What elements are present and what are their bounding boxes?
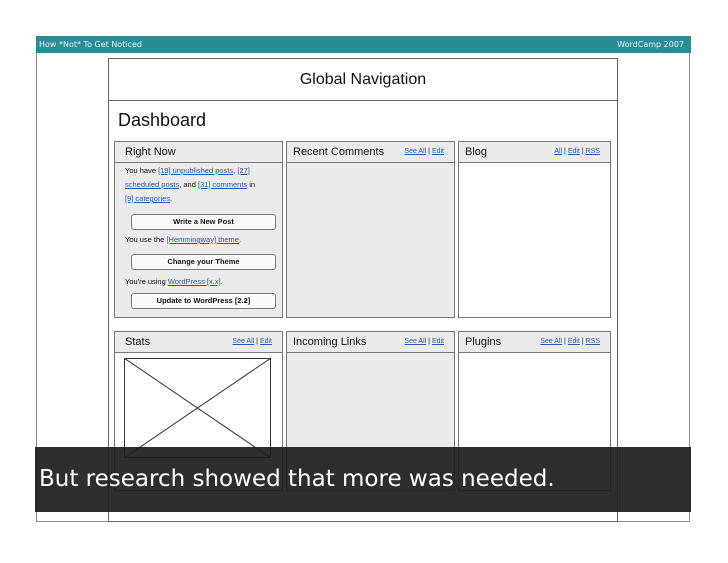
- summary-text: .: [170, 194, 173, 203]
- panel-title: Incoming Links: [293, 336, 367, 348]
- event-name: WordCamp 2007: [617, 40, 684, 49]
- rss-link[interactable]: RSS: [586, 148, 600, 155]
- edit-link[interactable]: Edit: [432, 338, 444, 345]
- edit-link[interactable]: Edit: [432, 148, 444, 155]
- recent-comments-panel: Recent Comments See All | Edit: [286, 141, 455, 318]
- panel-links: All | Edit | RSS: [554, 148, 600, 155]
- version-line: You're using WordPress [x.x].: [125, 275, 275, 289]
- theme-line: You use the [Hemmingway] theme.: [125, 233, 275, 247]
- edit-link[interactable]: Edit: [568, 148, 580, 155]
- global-navigation[interactable]: Global Navigation: [109, 59, 617, 101]
- comments-link[interactable]: [31] comments: [198, 180, 247, 189]
- change-theme-button[interactable]: Change your Theme: [131, 254, 276, 270]
- summary-text: You have: [125, 166, 159, 175]
- panel-title: Blog: [465, 146, 488, 158]
- theme-text: You use the: [125, 235, 167, 244]
- panel-header: Recent Comments See All | Edit: [287, 142, 454, 163]
- edit-link[interactable]: Edit: [568, 338, 580, 345]
- see-all-link[interactable]: See All: [404, 148, 426, 155]
- see-all-link[interactable]: See All: [232, 338, 254, 345]
- categories-link[interactable]: [9] categories: [125, 194, 170, 203]
- see-all-link[interactable]: See All: [404, 338, 426, 345]
- panel-title: Stats: [125, 336, 151, 348]
- panel-title: Right Now: [125, 146, 176, 158]
- panel-title: Recent Comments: [293, 146, 385, 158]
- panel-header: Plugins See All | Edit | RSS: [459, 332, 610, 353]
- edit-link[interactable]: Edit: [260, 338, 272, 345]
- slide-caption: But research showed that more was needed…: [35, 447, 691, 512]
- theme-link[interactable]: [Hemmingway] theme: [166, 235, 239, 244]
- panel-header: Incoming Links See All | Edit: [287, 332, 454, 353]
- right-now-panel: Right Now You have [19] unpublished post…: [114, 141, 283, 318]
- version-text: .: [220, 277, 223, 286]
- scheduled-posts-link[interactable]: scheduled posts: [125, 180, 179, 189]
- panel-header: Stats See All | Edit: [115, 332, 282, 353]
- unpublished-posts-link[interactable]: [19] unpublished posts: [158, 166, 233, 175]
- panel-links: See All | Edit: [232, 338, 272, 345]
- panel-links: See All | Edit: [404, 338, 444, 345]
- scheduled-count-link[interactable]: [27]: [237, 166, 250, 175]
- panel-header: Blog All | Edit | RSS: [459, 142, 610, 163]
- all-link[interactable]: All: [554, 148, 562, 155]
- panel-title: Plugins: [465, 336, 502, 348]
- write-new-post-button[interactable]: Write a New Post: [131, 214, 276, 230]
- panel-header: Right Now: [115, 142, 282, 163]
- summary-text: , and: [179, 180, 198, 189]
- panel-links: See All | Edit: [404, 148, 444, 155]
- theme-text: .: [238, 235, 242, 244]
- right-now-summary: You have [19] unpublished posts, [27] sch…: [125, 164, 275, 206]
- page-title: Dashboard: [118, 110, 207, 130]
- rss-link[interactable]: RSS: [586, 338, 600, 345]
- update-wordpress-button[interactable]: Update to WordPress [2.2]: [131, 293, 276, 309]
- see-all-link[interactable]: See All: [540, 338, 562, 345]
- panel-links: See All | Edit | RSS: [540, 338, 600, 345]
- slide-title-bar: How *Not* To Get Noticed WordCamp 2007: [36, 36, 691, 53]
- summary-text: in: [247, 180, 256, 189]
- version-text: You're using: [125, 277, 168, 286]
- wordpress-version-link[interactable]: WordPress [x.x]: [168, 277, 221, 286]
- image-placeholder: [124, 358, 271, 458]
- blog-panel: Blog All | Edit | RSS: [458, 141, 611, 318]
- slide-title: How *Not* To Get Noticed: [39, 40, 142, 49]
